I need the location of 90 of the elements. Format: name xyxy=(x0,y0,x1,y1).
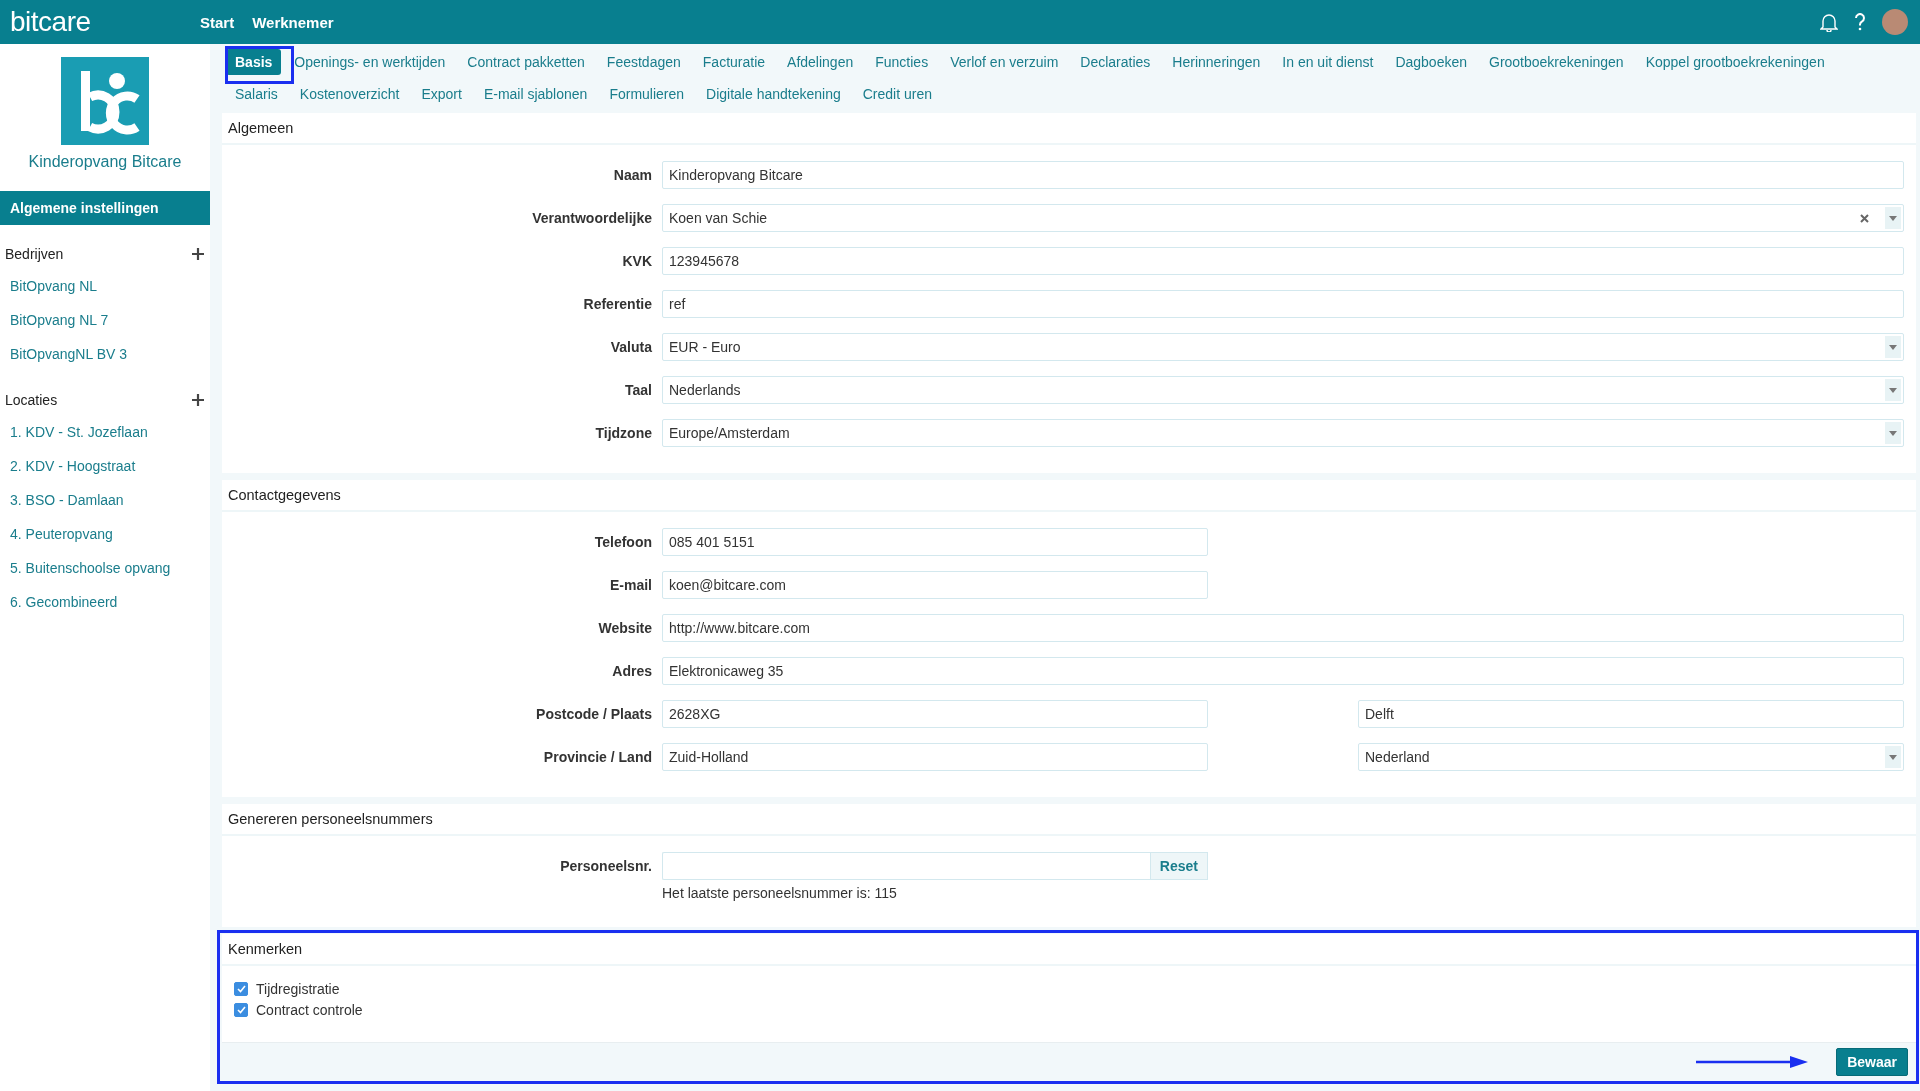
text-field[interactable]: Kinderopvang Bitcare xyxy=(662,161,1904,189)
field-label: KVK xyxy=(621,252,652,271)
dropdown-caret-icon[interactable] xyxy=(1885,379,1901,401)
section-title: Kenmerken xyxy=(222,934,1916,966)
help-icon[interactable] xyxy=(1854,13,1866,31)
field-label: E-mail xyxy=(609,576,652,595)
dropdown-caret-icon[interactable] xyxy=(1885,336,1901,358)
add-icon[interactable] xyxy=(192,394,204,406)
text-field[interactable]: Delft xyxy=(1358,700,1904,728)
tab[interactable]: Basis xyxy=(226,49,282,75)
group-heading: Locaties xyxy=(5,392,58,408)
tab[interactable]: Herinneringen xyxy=(1163,49,1270,75)
sidebar-link[interactable]: 3. BSO - Damlaan xyxy=(0,483,210,517)
dropdown-caret-icon[interactable] xyxy=(1885,422,1901,444)
sidebar-link[interactable]: BitOpvangNL BV 3 xyxy=(0,337,210,371)
bell-icon[interactable] xyxy=(1820,12,1838,32)
add-icon[interactable] xyxy=(192,248,204,260)
sidebar-item[interactable]: Algemene instellingen xyxy=(0,191,210,225)
section-title: Algemeen xyxy=(222,113,1916,145)
checkbox-label[interactable]: Contract controle xyxy=(256,1001,363,1018)
field-label: Website xyxy=(597,619,652,638)
tab[interactable]: Facturatie xyxy=(693,49,775,75)
field-label: Telefoon xyxy=(593,533,652,552)
sidebar-link[interactable]: BitOpvang NL 7 xyxy=(0,303,210,337)
select-field[interactable]: EUR - Euro xyxy=(662,333,1904,361)
sidebar-link[interactable]: 1. KDV - St. Jozeflaan xyxy=(0,415,210,449)
field-label: Tijdzone xyxy=(594,424,652,443)
save-button[interactable]: Bewaar xyxy=(1836,1048,1908,1076)
nav-link[interactable]: Werknemer xyxy=(252,13,334,31)
text-field[interactable]: koen@bitcare.com xyxy=(662,571,1208,599)
tab[interactable]: Contract pakketten xyxy=(458,49,594,75)
text-field[interactable] xyxy=(662,852,1150,880)
field-label: Personeelsnr. xyxy=(559,857,652,876)
organization-name: Kinderopvang Bitcare xyxy=(27,153,183,171)
tab[interactable]: Koppel grootboekrekeningen xyxy=(1636,49,1834,75)
tab[interactable]: Feestdagen xyxy=(597,49,690,75)
select-field[interactable]: Nederland xyxy=(1358,743,1904,771)
text-field[interactable]: Zuid-Holland xyxy=(662,743,1208,771)
field-label: Naam xyxy=(612,166,652,185)
checkbox[interactable] xyxy=(234,1002,248,1017)
reset-button[interactable]: Reset xyxy=(1149,852,1208,880)
field-label: Referentie xyxy=(582,295,652,314)
text-field[interactable]: 085 401 5151 xyxy=(662,528,1208,556)
tab[interactable]: In en uit dienst xyxy=(1273,49,1383,75)
tab[interactable]: E-mail sjablonen xyxy=(474,81,597,107)
dropdown-caret-icon[interactable] xyxy=(1885,746,1901,768)
field-label: Valuta xyxy=(609,338,652,357)
tab[interactable]: Kostenoverzicht xyxy=(290,81,409,107)
sidebar-link[interactable]: 5. Buitenschoolse opvang xyxy=(0,551,210,585)
field-label: Taal xyxy=(624,381,652,400)
tab[interactable]: Formulieren xyxy=(600,81,694,107)
help-text: Het laatste personeelsnummer is: 115 xyxy=(662,885,898,901)
text-field[interactable]: Elektronicaweg 35 xyxy=(662,657,1904,685)
tab[interactable]: Credit uren xyxy=(853,81,941,107)
field-label: Provincie / Land xyxy=(542,748,652,767)
text-field[interactable]: 123945678 xyxy=(662,247,1904,275)
text-field[interactable]: 2628XG xyxy=(662,700,1208,728)
logo-icon xyxy=(61,57,149,145)
brand-logo[interactable]: bitcare xyxy=(10,6,200,38)
dropdown-caret-icon[interactable] xyxy=(1885,207,1901,229)
tab[interactable]: Afdelingen xyxy=(778,49,863,75)
tab[interactable]: Functies xyxy=(866,49,938,75)
tab[interactable]: Salaris xyxy=(226,81,287,107)
tab[interactable]: Digitale handtekening xyxy=(697,81,850,107)
tab[interactable]: Dagboeken xyxy=(1386,49,1476,75)
tab[interactable]: Grootboekrekeningen xyxy=(1480,49,1633,75)
sidebar-link[interactable]: 6. Gecombineerd xyxy=(0,585,210,619)
tab[interactable]: Verlof en verzuim xyxy=(941,49,1068,75)
select-field[interactable]: Nederlands xyxy=(662,376,1904,404)
sidebar-link[interactable]: 2. KDV - Hoogstraat xyxy=(0,449,210,483)
highlight-frame xyxy=(225,46,294,84)
select-field[interactable]: Europe/Amsterdam xyxy=(662,419,1904,447)
sidebar-link[interactable]: 4. Peuteropvang xyxy=(0,517,210,551)
select-field[interactable]: Koen van Schie xyxy=(662,204,1904,232)
checkbox[interactable] xyxy=(234,981,248,996)
section-title: Genereren personeelsnummers xyxy=(222,804,1916,836)
field-label: Verantwoordelijke xyxy=(531,209,652,228)
nav-link[interactable]: Start xyxy=(200,13,235,31)
section-title: Contactgegevens xyxy=(222,480,1916,512)
field-label: Adres xyxy=(611,662,652,681)
group-heading: Bedrijven xyxy=(5,246,64,262)
sidebar-link[interactable]: BitOpvang NL xyxy=(0,269,210,303)
checkbox-label[interactable]: Tijdregistratie xyxy=(256,980,340,997)
text-field[interactable]: ref xyxy=(662,290,1904,318)
tab[interactable]: Export xyxy=(412,81,471,107)
clear-icon[interactable] xyxy=(1860,213,1869,223)
text-field[interactable]: http://www.bitcare.com xyxy=(662,614,1904,642)
tab[interactable]: Declaraties xyxy=(1071,49,1160,75)
tab[interactable]: Openings- en werktijden xyxy=(285,49,455,75)
field-label: Postcode / Plaats xyxy=(535,705,652,724)
